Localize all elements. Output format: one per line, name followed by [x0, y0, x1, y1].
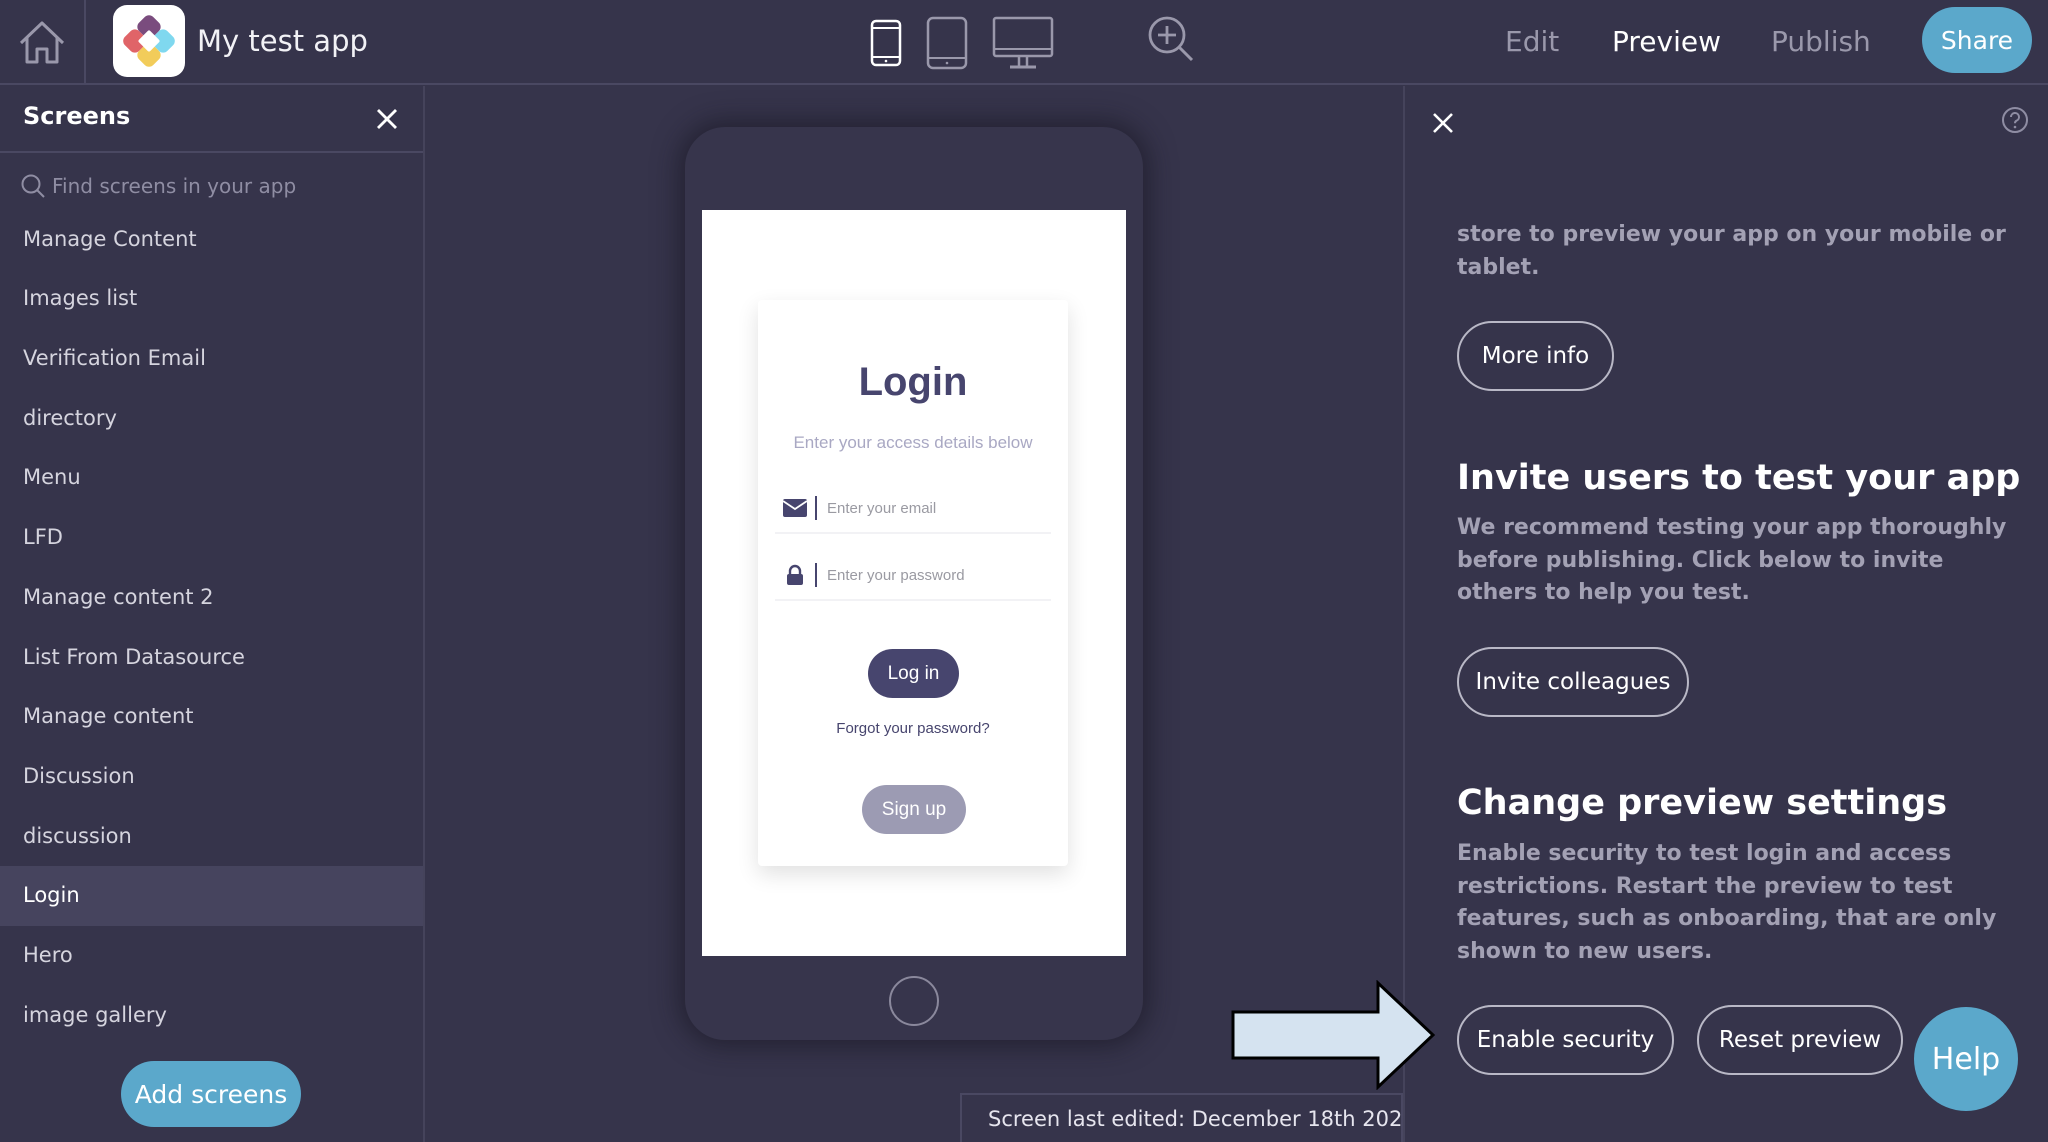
sidebar-item-verification-email[interactable]: Verification Email	[0, 329, 423, 389]
desktop-view-button[interactable]	[992, 16, 1054, 70]
envelope-icon-wrap	[775, 498, 815, 518]
help-button[interactable]	[2001, 106, 2029, 134]
question-circle-icon	[2002, 107, 2028, 133]
home-button[interactable]	[0, 0, 86, 84]
app-logo-icon	[123, 15, 175, 67]
mobile-view-button[interactable]	[870, 19, 902, 67]
sidebar-header: Screens	[0, 86, 423, 153]
login-subtitle: Enter your access details below	[793, 433, 1033, 452]
envelope-icon	[782, 499, 808, 517]
email-field[interactable]	[775, 484, 1051, 534]
desktop-device-icon	[992, 16, 1054, 69]
sidebar-item-directory[interactable]: directory	[0, 389, 423, 449]
sidebar-title: Screens	[23, 102, 131, 130]
invite-heading: Invite users to test your app	[1457, 458, 2021, 498]
top-bar: My test app Edit Preview Publish Share	[0, 0, 2048, 85]
phone-screen: Login Enter your access details below En…	[702, 210, 1126, 956]
forgot-password-link[interactable]: Forgot your password?	[758, 720, 1068, 737]
field-separator	[815, 496, 817, 520]
settings-heading: Change preview settings	[1457, 783, 1948, 823]
reset-preview-button[interactable]: Reset preview	[1697, 1005, 1903, 1075]
search-screens[interactable]	[20, 168, 410, 204]
last-edited-status: Screen last edited: December 18th 2020	[960, 1093, 1416, 1142]
password-input[interactable]	[827, 566, 1037, 584]
tablet-device-icon	[926, 16, 968, 70]
device-switcher	[870, 10, 1078, 76]
email-input[interactable]	[827, 499, 1037, 517]
preview-panel: store to preview your app on your mobile…	[1403, 86, 2048, 1142]
sidebar-item-manage-content[interactable]: Manage Content	[0, 210, 423, 270]
app-logo	[113, 5, 185, 77]
login-title: Login	[858, 360, 968, 404]
zoom-in-icon	[1148, 16, 1194, 62]
help-fab-button[interactable]: Help	[1914, 1007, 2018, 1111]
tablet-view-button[interactable]	[926, 16, 968, 70]
lock-icon-wrap	[775, 564, 815, 586]
annotation-arrow-icon	[1231, 980, 1436, 1090]
screens-list-content: LockManage ContentImages listVerificatio…	[0, 208, 423, 1045]
app-title: My test app	[197, 24, 368, 58]
sidebar-item-lfd[interactable]: LFD	[0, 508, 423, 568]
intro-text: store to preview your app on your mobile…	[1457, 222, 2006, 280]
sidebar-item-discussion[interactable]: Discussion	[0, 747, 423, 807]
sidebar-item-hero[interactable]: Hero	[0, 926, 423, 986]
tab-edit[interactable]: Edit	[1505, 22, 1559, 62]
screens-sidebar: Screens LockManage ContentImages listVer…	[0, 86, 425, 1142]
sidebar-item-manage-content[interactable]: Manage content	[0, 687, 423, 747]
screens-list[interactable]: LockManage ContentImages listVerificatio…	[0, 208, 423, 1050]
share-button[interactable]: Share	[1922, 7, 2032, 73]
search-input[interactable]	[52, 174, 402, 198]
enable-security-button[interactable]: Enable security	[1457, 1005, 1674, 1075]
invite-text: We recommend testing your app thoroughly…	[1457, 515, 2007, 605]
settings-text: Enable security to test login and access…	[1457, 841, 1997, 964]
tab-publish[interactable]: Publish	[1771, 22, 1871, 62]
phone-frame: Login Enter your access details below En…	[685, 127, 1143, 1040]
sidebar-item-discussion[interactable]: discussion	[0, 807, 423, 867]
phone-home-button[interactable]	[889, 976, 939, 1026]
sidebar-item-image-gallery[interactable]: image gallery	[0, 986, 423, 1046]
lock-icon	[787, 564, 803, 585]
close-icon	[377, 109, 397, 129]
search-icon	[21, 174, 45, 198]
home-icon	[19, 21, 65, 64]
sidebar-item-images-list[interactable]: Images list	[0, 269, 423, 329]
sidebar-item-menu[interactable]: Menu	[0, 448, 423, 508]
sidebar-item-login[interactable]: Login	[0, 866, 423, 926]
more-info-button[interactable]: More info	[1457, 321, 1614, 391]
close-sidebar-button[interactable]	[374, 106, 400, 132]
status-text: Screen last edited: December 18th 2020	[988, 1106, 1416, 1131]
tab-preview[interactable]: Preview	[1612, 22, 1721, 62]
password-field[interactable]	[775, 551, 1051, 601]
zoom-button[interactable]	[1146, 14, 1198, 70]
login-button[interactable]: Log in	[868, 649, 959, 698]
sidebar-item-list-from-datasource[interactable]: List From Datasource	[0, 628, 423, 688]
close-icon	[1433, 113, 1453, 133]
signup-button[interactable]: Sign up	[862, 785, 966, 834]
mobile-device-icon	[870, 19, 902, 67]
close-panel-button[interactable]	[1431, 111, 1455, 135]
sidebar-item-manage-content-2[interactable]: Manage content 2	[0, 568, 423, 628]
app-root: My test app Edit Preview Publish Share S…	[0, 0, 2048, 1142]
add-screens-button[interactable]: Add screens	[121, 1061, 301, 1127]
field-separator	[815, 563, 817, 587]
login-card: Login Enter your access details below En…	[758, 300, 1068, 866]
invite-colleagues-button[interactable]: Invite colleagues	[1457, 647, 1689, 717]
